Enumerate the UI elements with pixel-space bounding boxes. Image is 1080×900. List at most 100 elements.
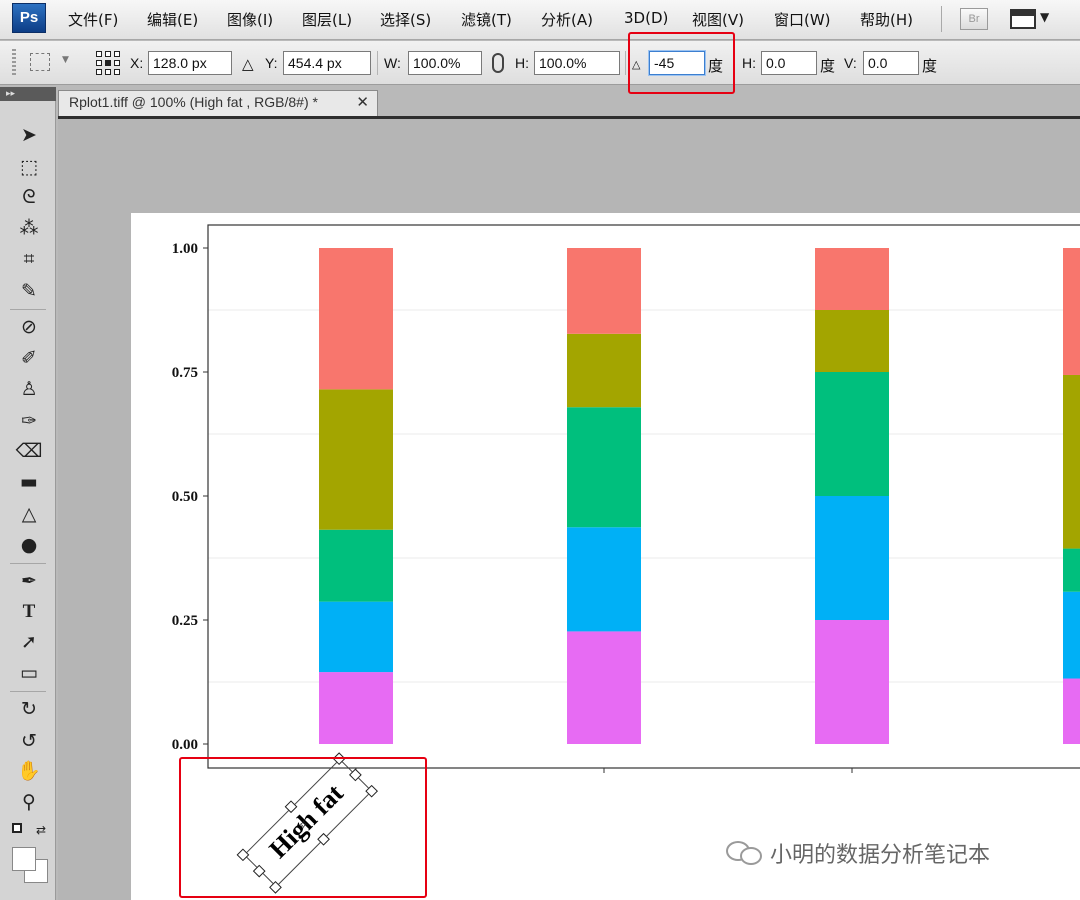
panel-grip[interactable] xyxy=(12,49,16,77)
hand-tool-icon[interactable]: ✋ xyxy=(14,757,44,785)
options-bar: ▼ X: 128.0 px △ Y: 454.4 px W: 100.0% H:… xyxy=(0,41,1080,85)
3d-rotate-tool-icon[interactable]: ↻ xyxy=(14,695,44,723)
watermark-text: 小明的数据分析笔记本 xyxy=(770,843,991,868)
x-position-field[interactable]: 128.0 px xyxy=(148,51,232,75)
delta-icon[interactable]: △ xyxy=(242,55,254,73)
stacked-bar-chart: 0.00 0.25 0.50 0.75 1.00 xyxy=(172,224,1080,773)
menu-view[interactable]: 视图(V) xyxy=(692,9,744,30)
bar-segment xyxy=(567,527,641,632)
bar-segment xyxy=(567,333,641,408)
menu-filter[interactable]: 滤镜(T) xyxy=(461,9,512,30)
menu-image[interactable]: 图像(I) xyxy=(227,9,273,30)
menu-edit[interactable]: 编辑(E) xyxy=(147,9,198,30)
wechat-icon xyxy=(726,839,764,867)
menu-select[interactable]: 选择(S) xyxy=(380,9,431,30)
blur-tool-icon[interactable]: △ xyxy=(14,500,44,528)
type-tool-icon[interactable]: T xyxy=(14,598,44,626)
degree-unit: 度 xyxy=(922,58,938,75)
chevron-down-icon[interactable]: ▼ xyxy=(62,55,69,65)
photoshop-logo[interactable]: Ps xyxy=(12,3,46,33)
crop-tool-icon[interactable]: ⌗ xyxy=(14,245,44,273)
bar-segment xyxy=(567,407,641,528)
bar-segment xyxy=(1063,591,1080,679)
bar-segment xyxy=(1063,548,1080,592)
menu-analysis[interactable]: 分析(A) xyxy=(541,9,593,30)
marquee-tool-icon[interactable]: ⬚ xyxy=(14,153,44,181)
x-label: X: xyxy=(130,55,144,71)
3d-orbit-tool-icon[interactable]: ↺ xyxy=(14,727,44,755)
link-icon[interactable] xyxy=(492,53,504,73)
rotation-center-icon[interactable]: ✧ xyxy=(298,818,309,833)
history-brush-tool-icon[interactable]: ✑ xyxy=(14,407,44,435)
separator xyxy=(10,309,46,310)
menu-help[interactable]: 帮助(H) xyxy=(860,9,913,30)
brush-tool-icon[interactable]: ✐ xyxy=(14,344,44,372)
tools-panel: ▸▸ ➤ ⬚ ᘓ ⁂ ⌗ ✎ ⊘ ✐ ♙ ✑ ⌫ ▬ △ ● ✒ T ➚ ▭ ↻… xyxy=(0,87,56,900)
stamp-tool-icon[interactable]: ♙ xyxy=(14,375,44,403)
menu-separator xyxy=(941,6,942,32)
separator xyxy=(625,51,626,75)
skew-v-field[interactable]: 0.0 xyxy=(863,51,919,75)
menu-layer[interactable]: 图层(L) xyxy=(302,9,352,30)
skew-v-label: V: xyxy=(844,55,857,71)
magic-wand-tool-icon[interactable]: ⁂ xyxy=(14,214,44,242)
y-position-field[interactable]: 454.4 px xyxy=(283,51,371,75)
healing-tool-icon[interactable]: ⊘ xyxy=(14,313,44,341)
path-selection-tool-icon[interactable]: ➚ xyxy=(14,628,44,656)
y-tick-label: 1.00 xyxy=(172,241,198,257)
h-label: H: xyxy=(515,55,529,71)
document-tab-title: Rplot1.tiff @ 100% (High fat , RGB/8#) * xyxy=(69,94,318,110)
bar-segment xyxy=(319,389,393,530)
y-tick-label: 0.25 xyxy=(172,613,198,629)
tool-preset-icon[interactable] xyxy=(30,53,50,71)
y-label: Y: xyxy=(265,55,278,71)
width-scale-field[interactable]: 100.0% xyxy=(408,51,482,75)
bridge-button[interactable]: Br xyxy=(960,8,988,30)
separator xyxy=(10,563,46,564)
bar-segment xyxy=(815,620,889,744)
bar-segment xyxy=(815,496,889,620)
gradient-tool-icon[interactable]: ▬ xyxy=(14,468,44,496)
skew-h-field[interactable]: 0.0 xyxy=(761,51,817,75)
swap-colors-icon[interactable]: ⇄ xyxy=(36,823,46,837)
document-tab[interactable]: Rplot1.tiff @ 100% (High fat , RGB/8#) *… xyxy=(58,90,378,116)
bar-segment xyxy=(815,372,889,496)
y-tick-label: 0.75 xyxy=(172,365,198,381)
menu-3d[interactable]: 3D(D) xyxy=(624,9,668,27)
degree-unit: 度 xyxy=(820,58,836,75)
bar-segment xyxy=(567,631,641,744)
bar-segment xyxy=(319,529,393,602)
degree-unit: 度 xyxy=(708,58,724,75)
dodge-tool-icon[interactable]: ● xyxy=(14,531,44,559)
bar-segment xyxy=(1063,248,1080,375)
bar-segment xyxy=(319,601,393,673)
toolbox-header[interactable]: ▸▸ xyxy=(0,87,56,101)
lasso-tool-icon[interactable]: ᘓ xyxy=(14,183,44,211)
shape-tool-icon[interactable]: ▭ xyxy=(14,659,44,687)
menu-window[interactable]: 窗口(W) xyxy=(774,9,831,30)
reference-point-icon[interactable] xyxy=(96,51,120,75)
default-colors-icon[interactable] xyxy=(12,823,22,833)
chevron-down-icon[interactable]: ▼ xyxy=(1040,10,1049,24)
eraser-tool-icon[interactable]: ⌫ xyxy=(14,437,44,465)
menu-file[interactable]: 文件(F) xyxy=(68,9,118,30)
y-tick-label: 0.00 xyxy=(172,737,198,753)
eyedropper-tool-icon[interactable]: ✎ xyxy=(14,277,44,305)
move-tool-icon[interactable]: ➤ xyxy=(14,121,44,149)
height-scale-field[interactable]: 100.0% xyxy=(534,51,620,75)
bar-segment xyxy=(1063,374,1080,549)
rotate-icon: △ xyxy=(632,59,641,71)
pen-tool-icon[interactable]: ✒ xyxy=(14,567,44,595)
image-canvas[interactable]: 0.00 0.25 0.50 0.75 1.00 xyxy=(131,213,1080,900)
zoom-tool-icon[interactable]: ⚲ xyxy=(14,788,44,816)
close-icon[interactable]: ✕ xyxy=(356,93,369,111)
rotation-angle-field[interactable]: -45 xyxy=(649,51,705,75)
menu-bar: Ps 文件(F) 编辑(E) 图像(I) 图层(L) 选择(S) 滤镜(T) 分… xyxy=(0,0,1080,40)
w-label: W: xyxy=(384,55,401,71)
document-top-border xyxy=(58,116,1080,119)
bar-segment xyxy=(815,310,889,372)
skew-h-label: H: xyxy=(742,55,756,71)
screen-mode-icon[interactable] xyxy=(1010,9,1036,29)
separator xyxy=(377,51,378,75)
foreground-color-swatch[interactable] xyxy=(12,847,36,871)
